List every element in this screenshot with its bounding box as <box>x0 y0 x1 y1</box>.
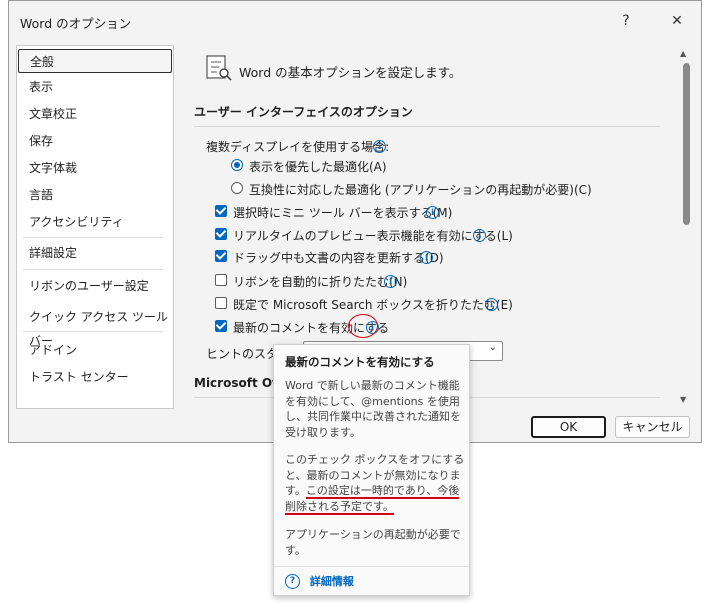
info-icon[interactable]: i <box>473 227 486 242</box>
tooltip-warning-highlight: この設定は一時的であり、今後削除される予定です。 <box>285 484 460 515</box>
scrollbar-thumb[interactable] <box>683 63 690 225</box>
section-divider <box>194 126 660 127</box>
checkbox-collapse-search[interactable] <box>215 297 227 309</box>
checkbox-collapse-ribbon[interactable] <box>215 274 227 286</box>
cancel-button[interactable]: キャンセル <box>615 416 690 438</box>
tooltip-warning: このチェック ボックスをオフにすると、最新のコメントが無効になります。この設定は… <box>285 452 465 515</box>
section-heading-microsoft-office: Microsoft Of <box>194 376 278 390</box>
nav-item-language[interactable]: 言語 <box>18 183 172 207</box>
nav-divider <box>23 269 163 270</box>
nav-item-quick-access-toolbar[interactable]: クイック アクセス ツール バー <box>18 305 172 348</box>
checkbox-mini-toolbar-label[interactable]: 選択時にミニ ツール バーを表示する(M) <box>233 204 452 221</box>
radio-optimize-appearance[interactable] <box>231 159 243 171</box>
title-bar: Word のオプション ? ✕ <box>9 1 701 41</box>
options-settings-icon <box>206 55 232 81</box>
nav-item-typography[interactable]: 文字体裁 <box>18 156 172 180</box>
tooltip-description: Word で新しい最新のコメント機能を有効にして、@mentions を使用し、… <box>285 379 461 439</box>
window-title: Word のオプション <box>20 16 132 31</box>
tooltip-modern-comments: 最新のコメントを有効にする Word で新しい最新のコメント機能を有効にして、@… <box>273 344 470 596</box>
nav-item-customize-ribbon[interactable]: リボンのユーザー設定 <box>18 274 172 298</box>
checkbox-collapse-search-label[interactable]: 既定で Microsoft Search ボックスを折りたたむ(E) <box>233 296 513 313</box>
nav-item-accessibility[interactable]: アクセシビリティ <box>18 210 172 234</box>
tooltip-restart-note: アプリケーションの再起動が必要です。 <box>285 528 461 557</box>
nav-divider <box>23 331 163 332</box>
info-icon[interactable]: i <box>426 204 439 219</box>
info-icon[interactable]: i <box>420 249 433 264</box>
help-circle-icon: ? <box>285 573 300 589</box>
category-nav: 全般 表示 文章校正 保存 文字体裁 言語 アクセシビリティ 詳細設定 リボンの… <box>16 45 174 409</box>
options-scrollbar[interactable]: ▲ ▼ <box>680 49 690 413</box>
info-icon[interactable]: i <box>485 296 498 311</box>
help-button[interactable]: ? <box>612 9 640 33</box>
tooltip-title: 最新のコメントを有効にする <box>285 355 435 369</box>
nav-item-save[interactable]: 保存 <box>18 129 172 153</box>
close-button[interactable]: ✕ <box>663 9 691 33</box>
checkbox-live-preview[interactable] <box>215 228 227 240</box>
nav-item-general[interactable]: 全般 <box>18 49 172 73</box>
checkbox-update-while-dragging[interactable] <box>215 250 227 262</box>
learn-more-link[interactable]: ? 詳細情報 <box>285 573 354 589</box>
nav-item-trust-center[interactable]: トラスト センター <box>18 365 172 389</box>
nav-item-proofing[interactable]: 文章校正 <box>18 102 172 126</box>
info-icon[interactable]: i <box>373 138 386 153</box>
radio-optimize-compatibility-label[interactable]: 互換性に対応した最適化 (アプリケーションの再起動が必要)(C) <box>249 181 592 198</box>
learn-more-label[interactable]: 詳細情報 <box>310 575 354 588</box>
checkbox-collapse-ribbon-label[interactable]: リボンを自動的に折りたたむ(N) <box>233 273 407 290</box>
scroll-up-icon[interactable]: ▲ <box>680 49 686 58</box>
annotation-circle <box>348 314 378 338</box>
info-icon[interactable]: i <box>384 273 397 288</box>
tooltip-divider <box>274 566 469 567</box>
checkbox-mini-toolbar[interactable] <box>215 205 227 217</box>
scroll-down-icon[interactable]: ▼ <box>680 395 686 404</box>
chevron-down-icon: ⌄ <box>488 342 497 353</box>
radio-optimize-appearance-label[interactable]: 表示を優先した最適化(A) <box>249 158 387 175</box>
checkbox-live-preview-label[interactable]: リアルタイムのプレビュー表示機能を有効にする(L) <box>233 227 513 244</box>
nav-divider <box>23 237 163 238</box>
multi-display-label: 複数ディスプレイを使用する場合: <box>206 140 390 154</box>
ok-button[interactable]: OK <box>531 416 606 438</box>
nav-item-addins[interactable]: アドイン <box>18 338 172 362</box>
section-heading-ui-options: ユーザー インターフェイスのオプション <box>194 105 413 119</box>
nav-item-display[interactable]: 表示 <box>18 75 172 99</box>
page-description: Word の基本オプションを設定します。 <box>239 65 462 80</box>
checkbox-modern-comments[interactable] <box>215 320 227 332</box>
nav-item-advanced[interactable]: 詳細設定 <box>18 241 172 265</box>
checkbox-update-while-dragging-label[interactable]: ドラッグ中も文書の内容を更新する(D) <box>233 249 444 266</box>
radio-optimize-compatibility[interactable] <box>231 182 243 194</box>
